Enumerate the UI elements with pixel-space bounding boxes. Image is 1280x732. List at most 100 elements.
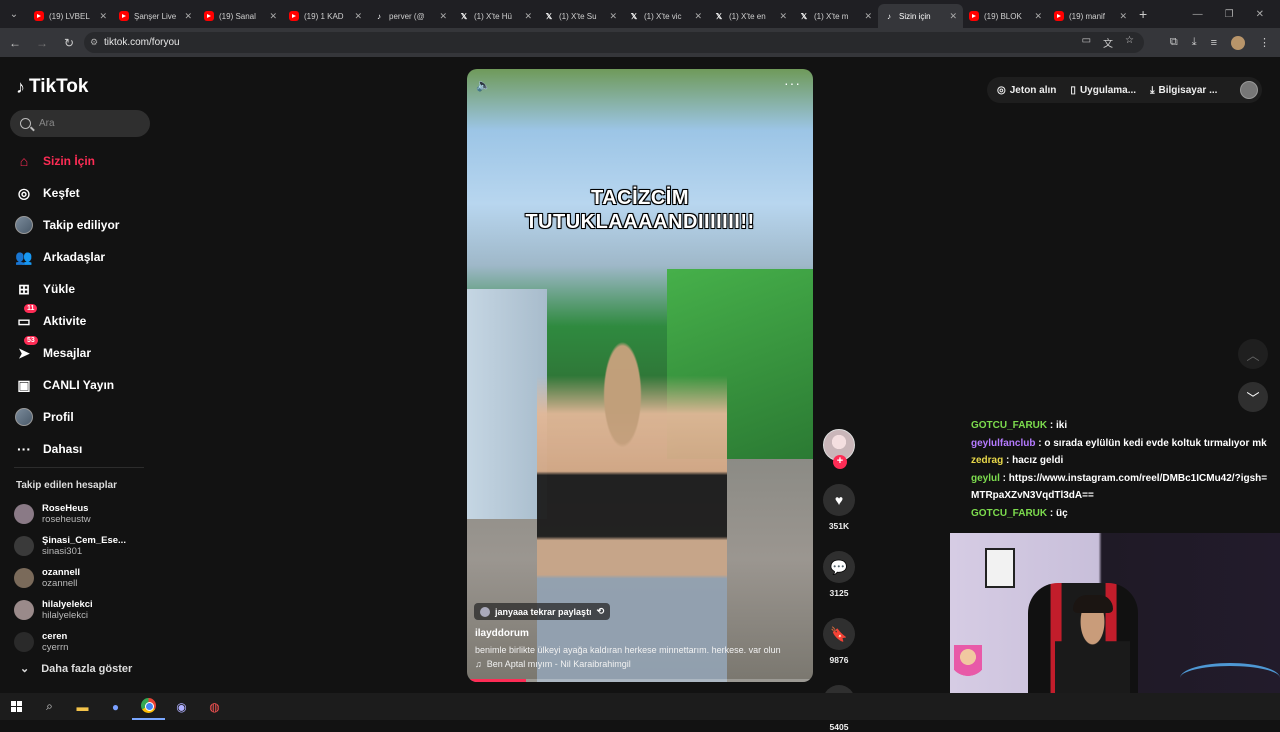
address-bar[interactable]: ⚙ tiktok.com/foryou ▭ 文 ☆ <box>84 32 1144 53</box>
video-author[interactable]: ilayddorum <box>475 628 529 639</box>
repost-badge[interactable]: janyaaa tekrar paylaştı ⟲ <box>474 603 611 620</box>
sidebar-item[interactable]: ➤ 53 Mesajlar <box>14 336 154 369</box>
close-window-icon[interactable]: ✕ <box>1256 9 1264 20</box>
user-avatar[interactable] <box>1240 81 1258 99</box>
follow-plus-icon[interactable]: + <box>833 455 847 469</box>
followed-account[interactable]: hilalyelekci hilalyelekci <box>14 594 144 626</box>
tab-title: Sizin için <box>899 11 931 21</box>
recorder-icon[interactable]: ◍ <box>198 693 231 720</box>
browser-tab[interactable]: (19) Sanal ✕ <box>198 4 283 28</box>
tab-close-icon[interactable]: ✕ <box>439 11 447 22</box>
save-action[interactable]: 🔖 9876 <box>822 618 856 665</box>
bookmark-icon[interactable]: 🔖 <box>823 618 855 650</box>
chat-message: geylulfanclub : o sırada eylülün kedi ev… <box>971 435 1271 453</box>
tab-title: (19) manif <box>1069 11 1106 21</box>
app-icon[interactable]: ● <box>99 693 132 720</box>
tab-close-icon[interactable]: ✕ <box>354 11 362 22</box>
bookmark-star-icon[interactable]: ☆ <box>1125 35 1134 50</box>
next-video-button[interactable]: ﹀ <box>1238 382 1268 412</box>
browser-tab[interactable]: ♪ perver (@ ✕ <box>368 4 453 28</box>
browser-tab[interactable]: (19) manif ✕ <box>1048 4 1133 28</box>
previous-video-button[interactable]: ︿ <box>1238 339 1268 369</box>
tab-close-icon[interactable]: ✕ <box>1119 11 1127 22</box>
sidebar-item[interactable]: 👥 Arkadaşlar <box>14 241 154 273</box>
more-options-icon[interactable]: ··· <box>784 75 801 91</box>
tab-close-icon[interactable]: ✕ <box>184 11 192 22</box>
profile-avatar[interactable] <box>1231 35 1245 50</box>
browser-tab[interactable]: (19) BLOK ✕ <box>963 4 1048 28</box>
browser-tab-bar: ⌄ (19) LVBEL ✕ Şanşer Live ✕ (19) Sanal ✕ (19)… <box>0 0 1280 28</box>
get-coins-button[interactable]: ◎ Jeton alın <box>997 85 1056 96</box>
desktop-app-button[interactable]: ⤓ Bilgisayar ... <box>1150 85 1217 96</box>
creator-avatar[interactable]: + <box>823 429 855 469</box>
browser-tab[interactable]: 𝕏 (1) X'te Hü ✕ <box>453 4 538 28</box>
sidebar-item[interactable]: ··· Dahası <box>14 433 154 465</box>
search-box[interactable] <box>10 110 150 137</box>
cast-icon[interactable]: ▭ <box>1082 35 1091 50</box>
browser-tab[interactable]: (19) LVBEL ✕ <box>28 4 113 28</box>
browser-tab[interactable]: 𝕏 (1) X'te en ✕ <box>708 4 793 28</box>
video-player[interactable]: TACİZCİM TUTUKLAAAANDIIIIIII!! 🔈 ··· jan… <box>467 69 813 682</box>
translate-icon[interactable]: 文 <box>1103 35 1113 50</box>
obs-icon[interactable]: ◉ <box>165 693 198 720</box>
browser-tab[interactable]: ♪ Sizin için ✕ <box>878 4 963 28</box>
sidebar-nav: ⌂ Sizin İçin ◎ Keşfet Takip ediliyor 👥 Arkadaş… <box>14 145 154 465</box>
forward-icon[interactable]: → <box>30 36 54 50</box>
sidebar-item[interactable]: ▭ 11 Aktivite <box>14 304 154 337</box>
tab-search-dropdown[interactable]: ⌄ <box>0 0 28 28</box>
tab-close-icon[interactable]: ✕ <box>524 11 532 22</box>
browser-tab[interactable]: 𝕏 (1) X'te m ✕ <box>793 4 878 28</box>
browser-tab[interactable]: 𝕏 (1) X'te vic ✕ <box>623 4 708 28</box>
chat-separator: : <box>1035 437 1045 449</box>
browser-menu-icon[interactable]: ⋮ <box>1259 36 1270 49</box>
tab-close-icon[interactable]: ✕ <box>864 11 872 22</box>
followed-account[interactable]: RoseHeus roseheustw <box>14 498 144 530</box>
get-app-button[interactable]: ▯ Uygulama... <box>1070 85 1136 96</box>
volume-icon[interactable]: 🔈 <box>476 78 491 92</box>
tab-close-icon[interactable]: ✕ <box>609 11 617 22</box>
chrome-icon[interactable] <box>132 693 165 720</box>
tab-close-icon[interactable]: ✕ <box>949 11 957 22</box>
video-music[interactable]: ♫ Ben Aptal mıyım - Nil Karaibrahimgil <box>475 659 631 669</box>
file-explorer-icon[interactable]: ▬ <box>66 693 99 720</box>
start-button[interactable] <box>0 693 33 720</box>
sidebar-item[interactable]: Takip ediliyor <box>14 209 154 241</box>
search-taskbar-icon[interactable]: ⌕ <box>33 693 66 720</box>
download-icon[interactable]: ⤓ <box>1192 36 1197 49</box>
followed-account[interactable]: ceren cyerrn <box>14 626 144 658</box>
followed-account[interactable]: ozannell ozannell <box>14 562 144 594</box>
like-action[interactable]: ♥ 351K <box>822 484 856 531</box>
tab-close-icon[interactable]: ✕ <box>99 11 107 22</box>
comment-icon[interactable]: 💬 <box>823 551 855 583</box>
tiktok-logo[interactable]: ♪ TikTok <box>16 76 88 98</box>
sidebar-item[interactable]: ⌂ Sizin İçin <box>14 145 154 177</box>
show-more-button[interactable]: ⌄ Daha fazla göster <box>20 662 132 676</box>
chat-message: zedrag : hacız geldi <box>971 452 1271 470</box>
sidebar-item[interactable]: ▣ CANLI Yayın <box>14 369 154 401</box>
tab-close-icon[interactable]: ✕ <box>1034 11 1042 22</box>
tab-close-icon[interactable]: ✕ <box>779 11 787 22</box>
new-tab-button[interactable]: + <box>1139 6 1147 22</box>
video-progress-bar[interactable] <box>467 679 813 682</box>
heart-icon[interactable]: ♥ <box>823 484 855 516</box>
browser-tab[interactable]: 𝕏 (1) X'te Su ✕ <box>538 4 623 28</box>
browser-tab[interactable]: Şanşer Live ✕ <box>113 4 198 28</box>
reading-list-icon[interactable]: ≡ <box>1211 37 1217 49</box>
reload-icon[interactable]: ↻ <box>57 36 81 50</box>
minimize-icon[interactable]: — <box>1193 9 1203 20</box>
tab-close-icon[interactable]: ✕ <box>269 11 277 22</box>
repost-avatar <box>480 606 490 617</box>
followed-account[interactable]: Şinasi_Cem_Ese... sinasi301 <box>14 530 144 562</box>
browser-tab[interactable]: (19) 1 KAD ✕ <box>283 4 368 28</box>
share-count: 5405 <box>829 722 849 732</box>
site-info-icon[interactable]: ⚙ <box>90 37 98 48</box>
sidebar-item[interactable]: Profil <box>14 401 154 433</box>
sidebar-item[interactable]: ◎ Keşfet <box>14 177 154 209</box>
search-input[interactable] <box>39 118 139 129</box>
extensions-icon[interactable]: ⧉ <box>1170 36 1178 49</box>
back-icon[interactable]: ← <box>3 36 27 50</box>
maximize-icon[interactable]: ❐ <box>1225 9 1234 20</box>
sidebar-item[interactable]: ⊞ Yükle <box>14 273 154 305</box>
tab-close-icon[interactable]: ✕ <box>694 11 702 22</box>
comment-action[interactable]: 💬 3125 <box>822 551 856 598</box>
